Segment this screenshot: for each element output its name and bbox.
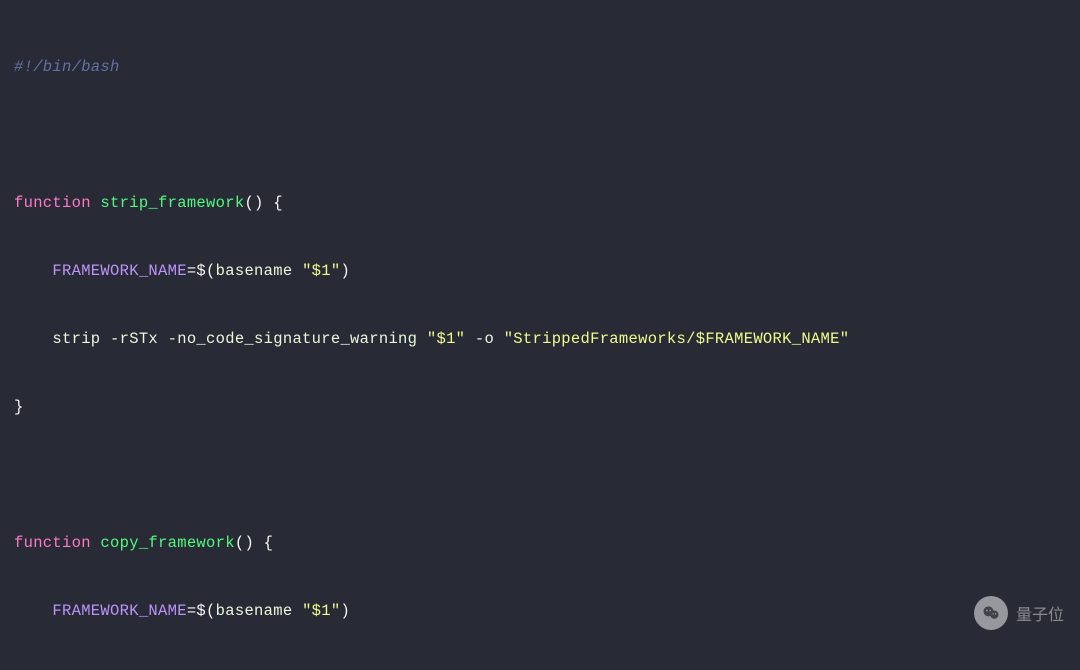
- code-token: ): [340, 262, 350, 280]
- code-token: ): [340, 602, 350, 620]
- code-token: strip_framework: [100, 194, 244, 212]
- code-token: FRAMEWORK_NAME: [52, 602, 186, 620]
- code-token: "$1": [302, 262, 340, 280]
- code-line: [14, 118, 1066, 152]
- code-token: -o: [465, 330, 503, 348]
- code-token: =$(: [187, 262, 216, 280]
- code-token: function: [14, 194, 91, 212]
- code-token: "$1": [302, 602, 340, 620]
- code-token: [14, 262, 52, 280]
- code-line: FRAMEWORK_NAME=$(basename "$1"): [14, 594, 1066, 628]
- code-line: [14, 458, 1066, 492]
- code-token: copy_framework: [100, 534, 234, 552]
- code-line: FRAMEWORK_NAME=$(basename "$1"): [14, 254, 1066, 288]
- code-line: #!/bin/bash: [14, 50, 1066, 84]
- code-token: [91, 194, 101, 212]
- code-token: [91, 534, 101, 552]
- code-token: [14, 330, 52, 348]
- code-token: =$(: [187, 602, 216, 620]
- code-line: function copy_framework() {: [14, 526, 1066, 560]
- code-token: #!/bin/bash: [14, 58, 120, 76]
- code-token: FRAMEWORK_NAME: [52, 262, 186, 280]
- code-token: function: [14, 534, 91, 552]
- code-token: basename: [216, 262, 302, 280]
- code-token: () {: [244, 194, 282, 212]
- code-token: basename: [216, 602, 302, 620]
- code-token: "$1": [427, 330, 465, 348]
- code-token: () {: [235, 534, 273, 552]
- code-line: strip -rSTx -no_code_signature_warning "…: [14, 322, 1066, 356]
- code-line: cp -- "$1" "OriginalFrameworks/$FRAMEWOR…: [14, 662, 1066, 670]
- code-line: function strip_framework() {: [14, 186, 1066, 220]
- code-token: [14, 602, 52, 620]
- code-token: "StrippedFrameworks/$FRAMEWORK_NAME": [504, 330, 850, 348]
- code-editor: #!/bin/bash function strip_framework() {…: [0, 0, 1080, 670]
- code-token: }: [14, 398, 24, 416]
- code-line: }: [14, 390, 1066, 424]
- code-token: strip -rSTx -no_code_signature_warning: [52, 330, 426, 348]
